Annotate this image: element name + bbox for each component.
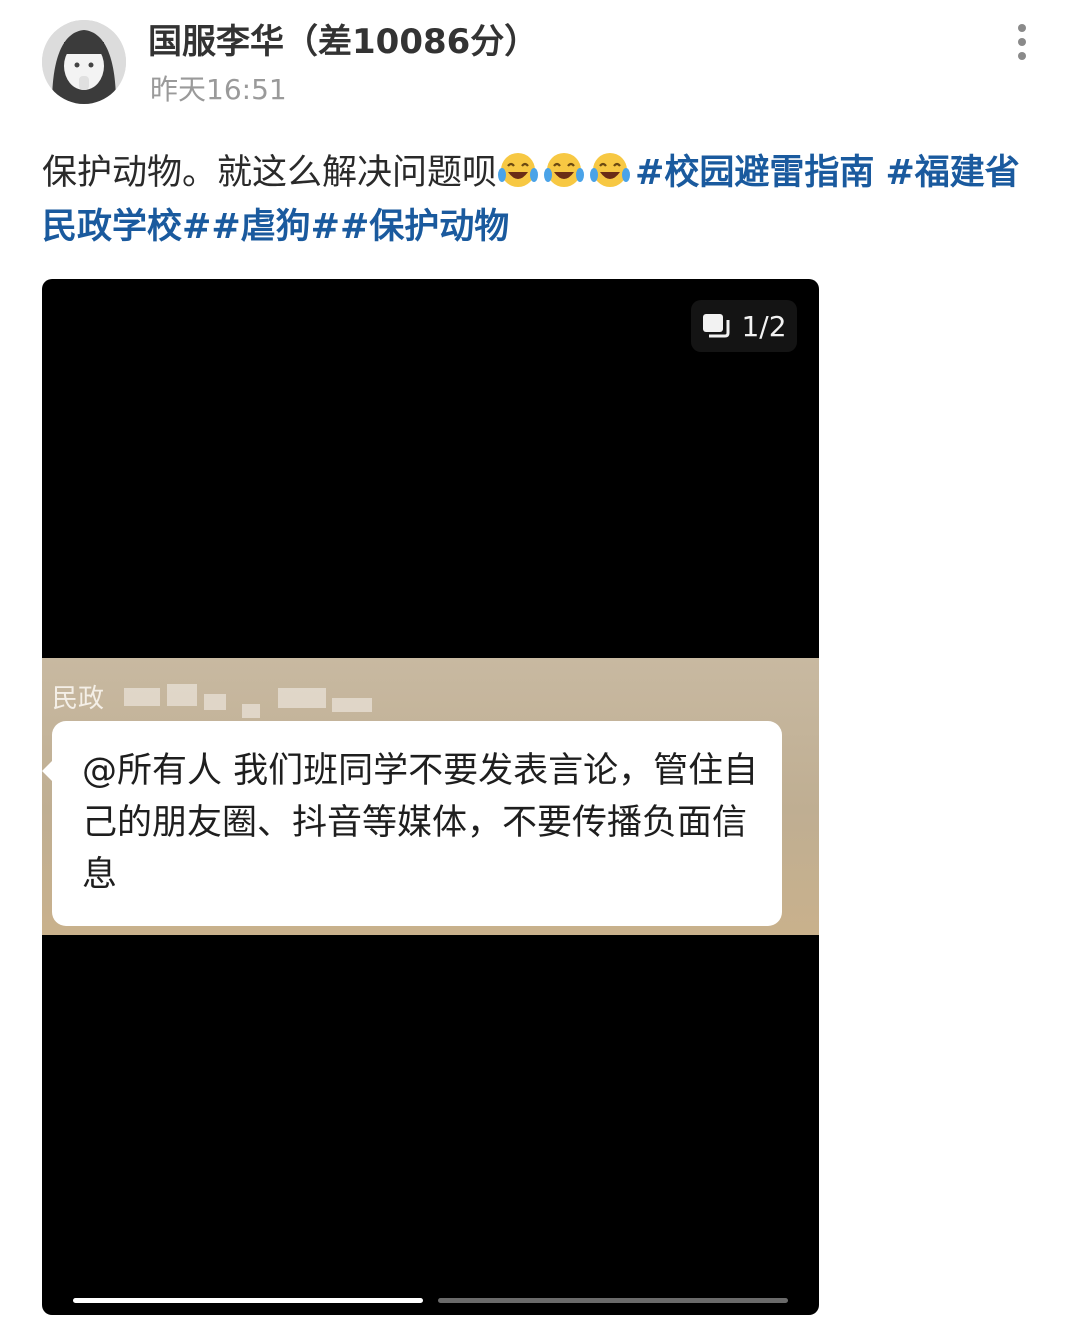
blurred-text: [124, 688, 160, 706]
hashtag-link[interactable]: #虐狗#: [211, 207, 340, 247]
post-body: 保护动物。就这么解决问题呗 #校园避雷指南 #福建省民政学校##虐狗##保护动物: [42, 146, 1038, 254]
progress-segment-active: [73, 1298, 423, 1303]
laughing-tears-emoji: [590, 153, 631, 187]
user-avatar[interactable]: [42, 20, 126, 104]
page-indicator: 1/2: [691, 300, 797, 352]
more-options-icon[interactable]: [1008, 24, 1036, 60]
hashtag-link[interactable]: #校园避雷指南: [635, 153, 874, 193]
username[interactable]: 国服李华（差10086分）: [148, 20, 538, 64]
avatar-image: [42, 20, 126, 104]
chat-screenshot: 民政 @所有人 我们班同学不要发表言论，管住自己的朋友圈、抖音等媒体，不要传播负…: [42, 658, 819, 935]
chat-message-bubble: @所有人 我们班同学不要发表言论，管住自己的朋友圈、抖音等媒体，不要传播负面信息: [42, 721, 782, 926]
chat-sender-name: 民政: [52, 684, 105, 714]
chat-message-text: @所有人 我们班同学不要发表言论，管住自己的朋友圈、抖音等媒体，不要传播负面信息: [82, 751, 759, 895]
blurred-text: [167, 684, 197, 706]
blurred-text: [242, 704, 260, 718]
media-carousel[interactable]: 1/2 民政 @所有人 我们班同学不要发表言论，管住自己的朋友圈、抖音等媒体，不…: [42, 279, 819, 1315]
progress-segment-inactive: [438, 1298, 788, 1303]
blurred-text: [278, 688, 326, 708]
laughing-tears-emoji: [498, 153, 539, 187]
blurred-text: [332, 698, 372, 712]
page-indicator-label: 1/2: [741, 309, 787, 343]
post-timestamp: 昨天16:51: [150, 73, 287, 106]
blurred-text: [204, 694, 226, 710]
post-text: 保护动物。就这么解决问题呗: [42, 153, 498, 193]
laughing-tears-emoji: [544, 153, 585, 187]
multiple-images-icon: [703, 314, 730, 338]
hashtag-link[interactable]: #保护动物: [340, 207, 509, 247]
